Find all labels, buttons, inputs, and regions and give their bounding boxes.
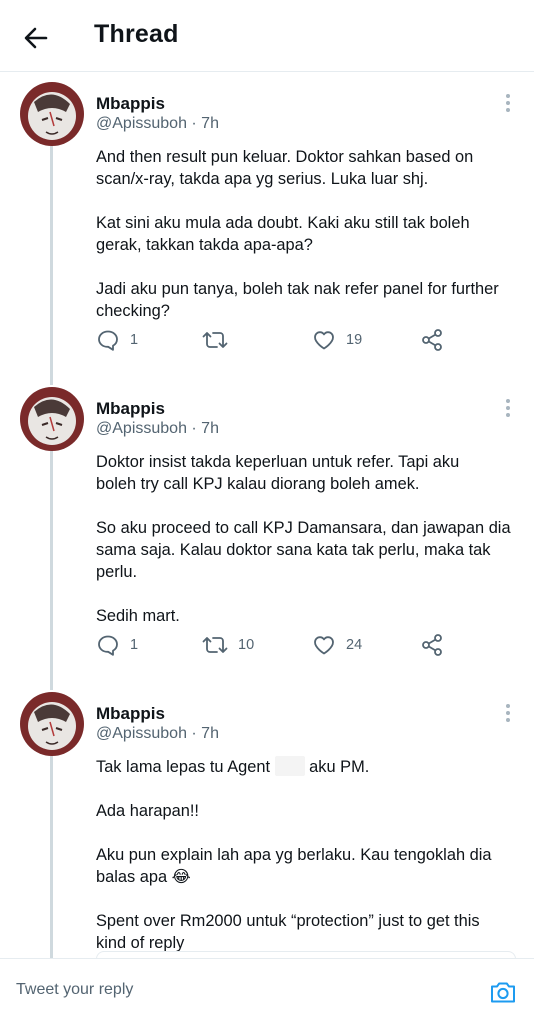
tweet-line: And then result pun keluar. Doktor sahka…: [96, 148, 474, 166]
tweet-line: kind of reply: [96, 934, 185, 952]
tweet-line: checking?: [96, 302, 170, 320]
tweet-text: And then result pun keluar. Doktor sahka…: [96, 146, 516, 344]
tweet-line: scan/x-ray, takda apa yg serius. Luka lu…: [96, 170, 429, 188]
share-button[interactable]: [420, 631, 444, 659]
author-handle-time: @Apissuboh · 7h: [96, 115, 219, 132]
tweet-actions: 1 19: [96, 326, 456, 354]
tweet-actions: 1 10 24: [96, 631, 456, 659]
tweet-line: Spent over Rm2000 untuk “protection” jus…: [96, 912, 480, 930]
page-title: Thread: [94, 20, 179, 48]
tweet-text: Doktor insist takda keperluan untuk refe…: [96, 451, 516, 649]
tweet-line: balas apa 😂: [96, 868, 191, 886]
camera-icon: [491, 982, 515, 1003]
like-count: 24: [346, 637, 363, 653]
avatar[interactable]: [20, 692, 84, 756]
tweet-line: Sedih mart.: [96, 607, 180, 625]
arrow-left-icon: [24, 27, 48, 49]
tweet-line: Doktor insist takda keperluan untuk refe…: [96, 453, 460, 471]
author-name[interactable]: Mbappis: [96, 399, 165, 419]
more-options-button[interactable]: [496, 88, 520, 116]
author-handle-time: @Apissuboh · 7h: [96, 725, 219, 742]
retweet-icon: [202, 637, 228, 653]
redacted-name: [274, 756, 305, 776]
tweet-line: Tak lama lepas tu Agent: [96, 758, 271, 776]
like-button[interactable]: 19: [312, 326, 362, 354]
like-count: 19: [346, 332, 363, 348]
heart-icon: [314, 636, 334, 655]
tweet[interactable]: Mbappis @Apissuboh · 7h Tak lama lepas t…: [0, 686, 534, 952]
reply-input[interactable]: Tweet your reply: [16, 981, 133, 999]
reply-button[interactable]: 1: [96, 326, 138, 354]
author-handle-time: @Apissuboh · 7h: [96, 420, 219, 437]
tweet-text: Tak lama lepas tu Agent aku PM. Ada hara…: [96, 756, 516, 976]
share-icon: [422, 329, 442, 351]
share-icon: [422, 634, 442, 656]
reply-icon: [98, 330, 118, 351]
tweet-line: perlu.: [96, 563, 138, 581]
heart-icon: [314, 331, 334, 350]
tweet-line: boleh try call KPJ kalau diorang boleh a…: [96, 475, 420, 493]
retweet-button[interactable]: [202, 326, 238, 354]
share-button[interactable]: [420, 326, 444, 354]
retweet-icon: [202, 332, 228, 348]
reply-count: 1: [130, 637, 139, 653]
tweet-line: Aku pun explain lah apa yg berlaku. Kau …: [96, 846, 492, 864]
tweet-line: So aku proceed to call KPJ Damansara, da…: [96, 519, 511, 537]
reply-composer: Tweet your reply: [0, 958, 534, 1024]
reply-icon: [98, 635, 118, 656]
more-vertical-icon: [506, 704, 510, 722]
more-vertical-icon: [506, 399, 510, 417]
more-vertical-icon: [506, 94, 510, 112]
avatar[interactable]: [20, 82, 84, 146]
reply-button[interactable]: 1: [96, 631, 138, 659]
reply-count: 1: [130, 332, 139, 348]
retweet-button[interactable]: 10: [202, 631, 254, 659]
like-button[interactable]: 24: [312, 631, 362, 659]
more-options-button[interactable]: [496, 393, 520, 421]
tweet[interactable]: Mbappis @Apissuboh · 7h And then result …: [0, 76, 534, 376]
avatar[interactable]: [20, 387, 84, 451]
tweet-line: Kat sini aku mula ada doubt. Kaki aku st…: [96, 214, 470, 232]
retweet-count: 10: [238, 637, 255, 653]
header-bar: Thread: [0, 0, 534, 72]
tweet-line: Ada harapan!!: [96, 802, 199, 820]
tweet[interactable]: Mbappis @Apissuboh · 7h Doktor insist ta…: [0, 381, 534, 681]
author-name[interactable]: Mbappis: [96, 94, 165, 114]
tweet-line: Jadi aku pun tanya, boleh tak nak refer …: [96, 280, 499, 298]
more-options-button[interactable]: [496, 698, 520, 726]
tweet-line: sama saja. Kalau doktor sana kata tak pe…: [96, 541, 491, 559]
author-name[interactable]: Mbappis: [96, 704, 165, 724]
tweet-line: gerak, takkan takda apa-apa?: [96, 236, 313, 254]
tweet-line: aku PM.: [309, 758, 370, 776]
camera-button[interactable]: [488, 977, 518, 1007]
back-button[interactable]: [20, 22, 52, 54]
